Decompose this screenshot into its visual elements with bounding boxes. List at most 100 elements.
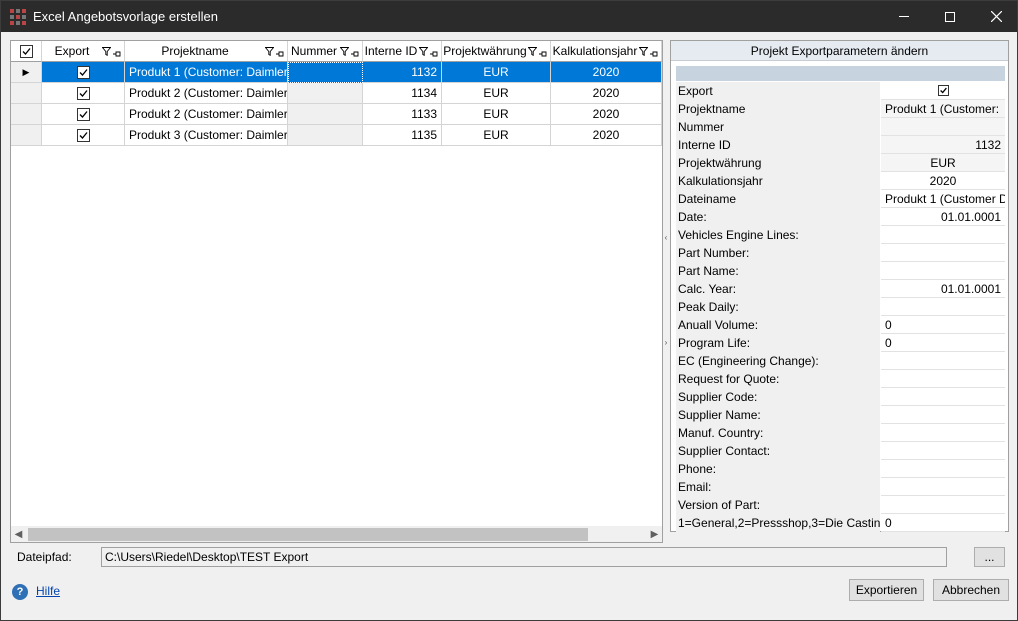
interne-id-cell[interactable]: 1133 (363, 104, 442, 125)
property-row[interactable]: Phone: (676, 460, 1005, 478)
nummer-cell[interactable] (288, 104, 363, 125)
pin-icon[interactable] (650, 47, 658, 57)
property-value[interactable]: 1132 (881, 136, 1005, 154)
interne-id-cell[interactable]: 1134 (363, 83, 442, 104)
pin-icon[interactable] (276, 47, 284, 57)
export-cell[interactable] (42, 104, 125, 125)
property-row[interactable]: Email: (676, 478, 1005, 496)
nummer-cell[interactable] (288, 62, 363, 83)
export-cell[interactable] (42, 62, 125, 83)
filter-icon[interactable] (265, 46, 274, 56)
column-header-export[interactable]: Export (42, 41, 125, 62)
filter-icon[interactable] (419, 46, 428, 56)
column-header-projektname[interactable]: Projektname (125, 41, 288, 62)
pin-icon[interactable] (539, 47, 547, 57)
property-value[interactable] (881, 406, 1005, 424)
property-value[interactable]: 01.01.0001 (881, 280, 1005, 298)
collapse-right-icon[interactable]: › (663, 339, 669, 347)
property-row[interactable]: Date: 01.01.0001 (676, 208, 1005, 226)
property-row[interactable]: Calc. Year: 01.01.0001 (676, 280, 1005, 298)
property-value[interactable] (881, 118, 1005, 136)
cancel-button[interactable]: Abbrechen (933, 579, 1009, 601)
property-value[interactable] (881, 424, 1005, 442)
property-row[interactable]: Part Number: (676, 244, 1005, 262)
kalkulationsjahr-cell[interactable]: 2020 (551, 125, 662, 146)
property-value[interactable]: 2020 (881, 172, 1005, 190)
kalkulationsjahr-cell[interactable]: 2020 (551, 62, 662, 83)
property-row[interactable]: Manuf. Country: (676, 424, 1005, 442)
property-row[interactable]: Supplier Contact: (676, 442, 1005, 460)
table-row[interactable]: ▶ Produkt 1 (Customer: Daimler) 1132 EUR 202… (11, 62, 662, 83)
pin-icon[interactable] (430, 47, 438, 57)
property-value[interactable]: 0 (881, 316, 1005, 334)
property-value[interactable] (881, 82, 1005, 100)
browse-button[interactable]: ... (974, 547, 1005, 567)
filter-icon[interactable] (102, 46, 111, 56)
project-grid[interactable]: Export Projektname Nummer Interne ID Pro… (10, 40, 663, 543)
column-header-nummer[interactable]: Nummer (288, 41, 363, 62)
projektwaehrung-cell[interactable]: EUR (442, 125, 551, 146)
property-value[interactable]: 0 (881, 514, 1005, 532)
property-row[interactable]: Export (676, 82, 1005, 100)
property-value[interactable] (881, 442, 1005, 460)
nummer-cell[interactable] (288, 125, 363, 146)
kalkulationsjahr-cell[interactable]: 2020 (551, 83, 662, 104)
minimize-button[interactable] (881, 1, 927, 32)
nummer-cell[interactable] (288, 83, 363, 104)
column-header-interne-id[interactable]: Interne ID (363, 41, 442, 62)
property-row[interactable]: Projektwährung EUR (676, 154, 1005, 172)
export-checkbox[interactable] (76, 86, 90, 100)
property-value[interactable] (881, 496, 1005, 514)
pin-icon[interactable] (113, 47, 121, 57)
property-value[interactable] (881, 244, 1005, 262)
property-row[interactable]: Request for Quote: (676, 370, 1005, 388)
table-row[interactable]: Produkt 2 (Customer: Daimler) 1133 EUR 2020 (11, 104, 662, 125)
property-row[interactable]: Anuall Volume: 0 (676, 316, 1005, 334)
property-row[interactable]: Supplier Code: (676, 388, 1005, 406)
scroll-left-icon[interactable]: ◀ (11, 528, 26, 541)
select-all-header[interactable] (11, 41, 42, 62)
column-header-projektwaehrung[interactable]: Projektwährung (442, 41, 551, 62)
scroll-right-icon[interactable]: ▶ (647, 528, 662, 541)
projektwaehrung-cell[interactable]: EUR (442, 62, 551, 83)
close-button[interactable] (973, 1, 1018, 32)
export-checkbox[interactable] (76, 65, 90, 79)
filter-icon[interactable] (639, 46, 648, 56)
scrollbar-thumb[interactable] (28, 528, 588, 541)
projektname-cell[interactable]: Produkt 3 (Customer: Daimler) (125, 125, 288, 146)
property-row[interactable]: 1=General,2=Pressshop,3=Die Casting 0 (676, 514, 1005, 532)
property-value[interactable]: 01.01.0001 (881, 208, 1005, 226)
table-row[interactable]: Produkt 2 (Customer: Daimler) 1134 EUR 2020 (11, 83, 662, 104)
property-value[interactable] (881, 478, 1005, 496)
select-all-checkbox[interactable] (19, 44, 33, 58)
property-row[interactable]: EC (Engineering Change): (676, 352, 1005, 370)
property-value[interactable] (881, 352, 1005, 370)
property-row[interactable]: Vehicles Engine Lines: (676, 226, 1005, 244)
export-checkbox[interactable] (76, 128, 90, 142)
property-row[interactable]: Kalkulationsjahr 2020 (676, 172, 1005, 190)
property-row[interactable]: Program Life: 0 (676, 334, 1005, 352)
property-value[interactable]: Produkt 1 (Customer D (881, 190, 1005, 208)
export-cell[interactable] (42, 125, 125, 146)
export-checkbox[interactable] (76, 107, 90, 121)
property-value[interactable] (881, 460, 1005, 478)
projektwaehrung-cell[interactable]: EUR (442, 104, 551, 125)
row-header[interactable] (11, 104, 42, 125)
projektname-cell[interactable]: Produkt 1 (Customer: Daimler) (125, 62, 288, 83)
property-row[interactable]: Part Name: (676, 262, 1005, 280)
property-row[interactable]: Peak Daily: (676, 298, 1005, 316)
maximize-button[interactable] (927, 1, 973, 32)
interne-id-cell[interactable]: 1132 (363, 62, 442, 83)
horizontal-scrollbar[interactable]: ◀ ▶ (11, 526, 662, 542)
row-header[interactable] (11, 125, 42, 146)
projektname-cell[interactable]: Produkt 2 (Customer: Daimler) (125, 104, 288, 125)
collapse-left-icon[interactable]: ‹ (663, 234, 669, 242)
column-header-kalkulationsjahr[interactable]: Kalkulationsjahr (551, 41, 662, 62)
interne-id-cell[interactable]: 1135 (363, 125, 442, 146)
export-property-checkbox[interactable] (937, 85, 949, 96)
property-value[interactable] (881, 298, 1005, 316)
property-row[interactable]: Interne ID 1132 (676, 136, 1005, 154)
pin-icon[interactable] (351, 47, 359, 57)
panel-splitter[interactable]: ‹ › (663, 40, 669, 543)
filter-icon[interactable] (340, 46, 349, 56)
